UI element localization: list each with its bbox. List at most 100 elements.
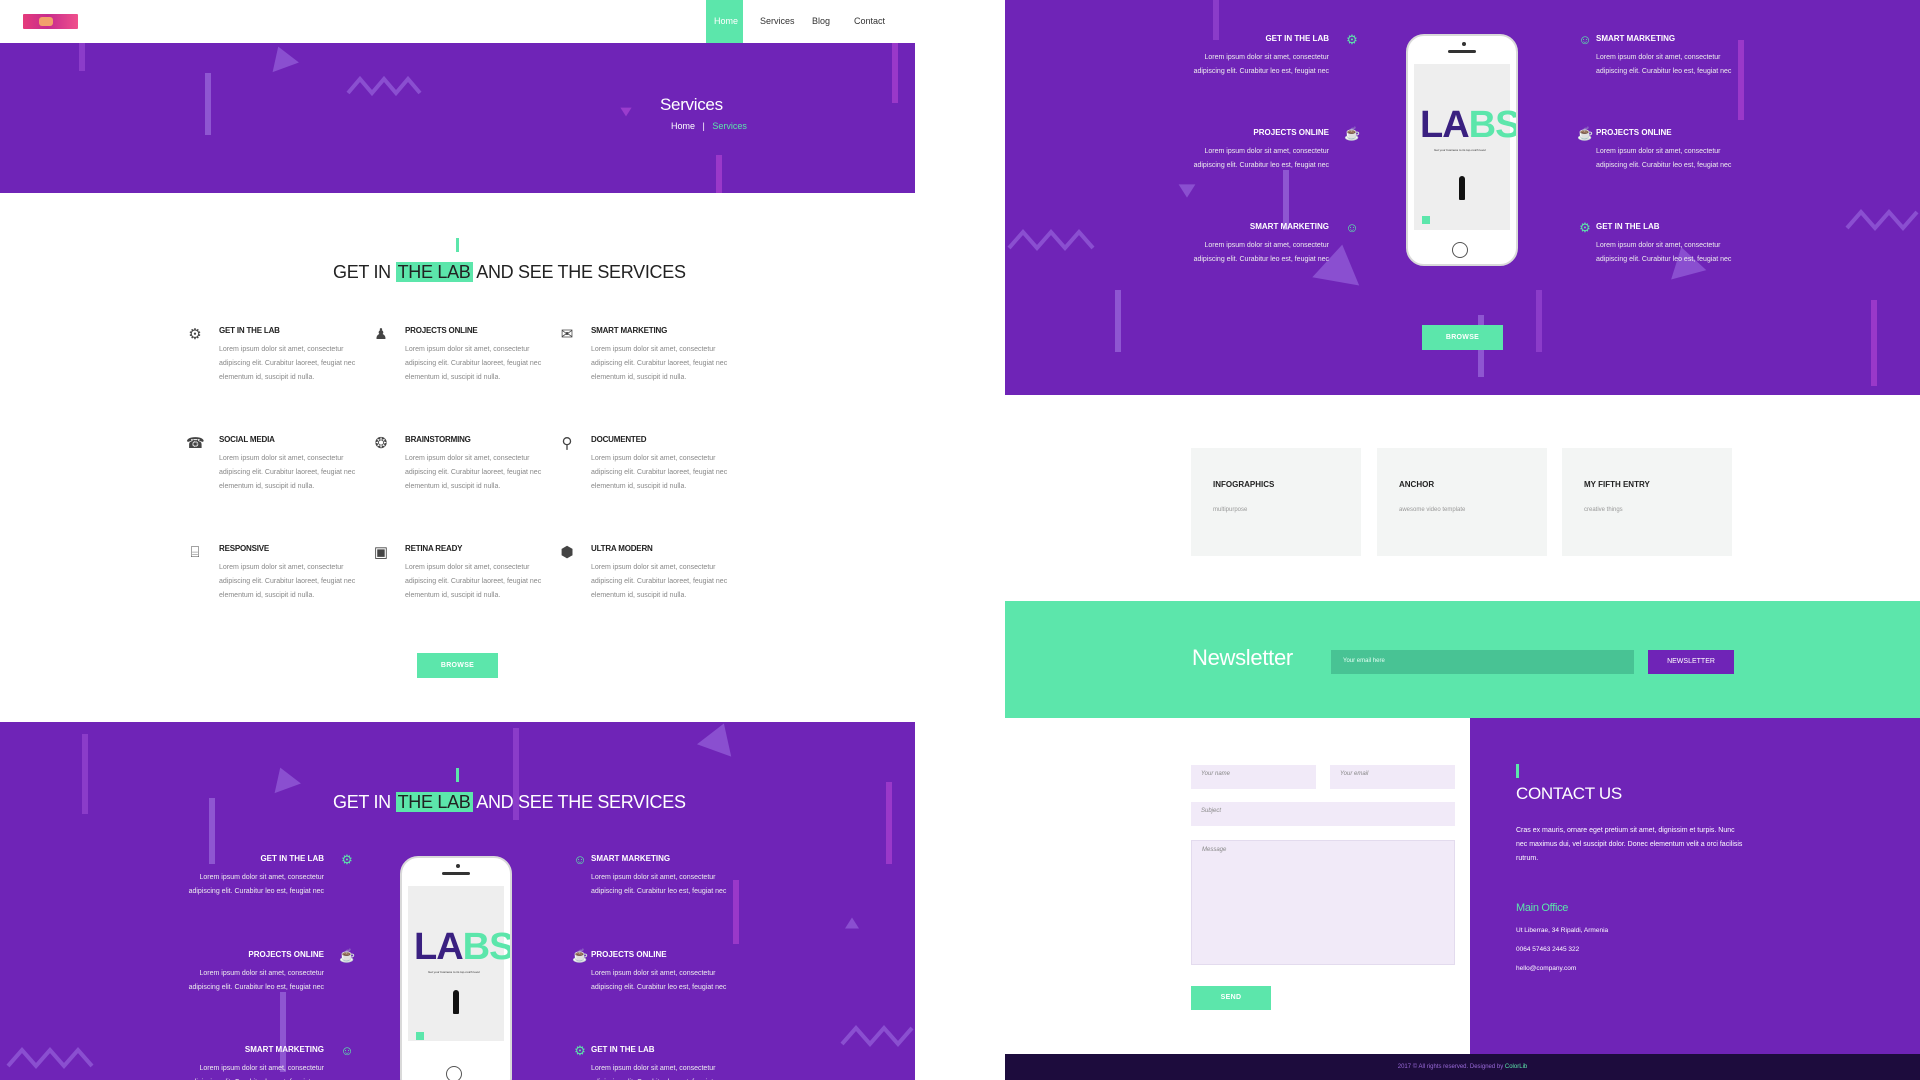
feature-text: Lorem ipsum dolor sit amet, consectetur … (188, 970, 324, 991)
labs-tagline: Get your business to its top-notch level (1434, 148, 1486, 152)
feature-title: SMART MARKETING (591, 854, 671, 863)
page-right: LABS Get your business to its top-notch … (1005, 0, 1920, 1080)
feature-item: GET IN THE LAB Lorem ipsum dolor sit amet… (1189, 34, 1329, 79)
service-item: ✉ SMART MARKETING Lorem ipsum dolor sit am… (561, 326, 741, 385)
portfolio-card[interactable]: ANCHOR awesome video template (1377, 448, 1547, 556)
browse-button[interactable]: BROWSE (1422, 325, 1503, 350)
message-field[interactable]: Message (1191, 840, 1455, 965)
robot-icon: ⚙ (1579, 220, 1591, 235)
nav-services[interactable]: Services (752, 0, 798, 43)
chef-icon: ♟ (374, 326, 388, 343)
send-button[interactable]: SEND (1191, 986, 1271, 1010)
newsletter-email-input[interactable]: Your email here (1331, 650, 1634, 674)
service-title: RETINA READY (405, 544, 463, 553)
service-item: ⬢ ULTRA MODERN Lorem ipsum dolor sit amet,… (560, 544, 741, 603)
browse-button[interactable]: BROWSE (417, 653, 498, 678)
card-title: MY FIFTH ENTRY (1584, 480, 1650, 489)
deco-bar (1738, 40, 1744, 120)
deco-zigzag (1007, 228, 1095, 252)
feature-title: GET IN THE LAB (260, 854, 324, 863)
feature-item: SMART MARKETING Lorem ipsum dolor sit ame… (184, 1045, 324, 1080)
deco-bar (733, 880, 739, 944)
office-phone[interactable]: 0064 57463 2445 322 (1516, 946, 1579, 953)
card-subtitle: multipurpose (1213, 507, 1248, 513)
hero-banner: Services Home | Services (0, 43, 915, 193)
feature-title: GET IN THE LAB (591, 1045, 655, 1054)
nav-home[interactable]: Home (706, 0, 743, 43)
brain-icon: ❂ (374, 435, 388, 452)
footer-brand-link[interactable]: ColorLib (1505, 1064, 1527, 1070)
feature-title: PROJECTS ONLINE (591, 950, 667, 959)
feature-item: GET IN THE LAB Lorem ipsum dolor sit amet… (591, 1045, 731, 1080)
office-address: Ut Liberrae, 34 Ripaldi, Armenia (1516, 927, 1609, 934)
labs-logo-b: BS (462, 926, 512, 968)
deco-triangle (267, 762, 301, 794)
service-item: ☎ SOCIAL MEDIA Lorem ipsum dolor sit amet,… (186, 435, 369, 494)
service-title: BRAINSTORMING (405, 435, 471, 444)
nav-contact[interactable]: Contact (846, 0, 892, 43)
name-field[interactable]: Your name (1191, 765, 1316, 789)
features-section-full: LABS Get your business to its top-notch … (1005, 0, 1920, 395)
feature-title: PROJECTS ONLINE (248, 950, 324, 959)
phone-speaker (442, 872, 470, 875)
title-pre: GET IN (333, 792, 391, 812)
service-title: SMART MARKETING (591, 326, 668, 335)
phone-icon: ☎ (186, 435, 205, 452)
devices-icon: ⌸ (190, 544, 200, 561)
deco-triangle (620, 107, 632, 117)
portfolio-card[interactable]: MY FIFTH ENTRY creative things (1562, 448, 1732, 556)
cube-icon: ⬢ (560, 544, 574, 561)
service-text: Lorem ipsum dolor sit amet, consectetur … (219, 455, 356, 490)
feature-text: Lorem ipsum dolor sit amet, consectetur … (1193, 148, 1329, 169)
labs-tagline: Get your business to its top-notch level (428, 970, 480, 974)
walking-man (453, 990, 459, 1014)
feature-title: PROJECTS ONLINE (1596, 128, 1672, 137)
nav-blog[interactable]: Blog (804, 0, 838, 43)
service-title: PROJECTS ONLINE (405, 326, 478, 335)
office-email[interactable]: hello@company.com (1516, 965, 1576, 972)
deco-zigzag (346, 75, 422, 97)
section-title: GET IN THE LAB AND SEE THE SERVICES (333, 262, 686, 283)
feature-item: GET IN THE LAB Lorem ipsum dolor sit amet… (1596, 222, 1736, 267)
section-marker (456, 238, 459, 252)
features-section: GET IN THE LAB AND SEE THE SERVICES LABS… (0, 722, 915, 1080)
phone-camera (1462, 42, 1466, 46)
portfolio-card[interactable]: INFOGRAPHICS multipurpose (1191, 448, 1361, 556)
service-title: ULTRA MODERN (591, 544, 653, 553)
robot-icon: ⚙ (1346, 32, 1358, 47)
newsletter-section: Newsletter Your email here NEWSLETTER (1005, 601, 1920, 718)
feature-text: Lorem ipsum dolor sit amet, consectetur … (1193, 54, 1329, 75)
deco-zigzag (6, 1046, 94, 1070)
feature-title: GET IN THE LAB (1596, 222, 1660, 231)
deco-bar (886, 782, 892, 864)
slider-dot[interactable] (416, 1032, 424, 1040)
title-pre: GET IN (333, 262, 391, 282)
subject-field[interactable]: Subject (1191, 802, 1455, 826)
service-text: Lorem ipsum dolor sit amet, consectetur … (405, 564, 542, 599)
email-field[interactable]: Your email (1330, 765, 1455, 789)
navbar: Home Services Blog Contact (0, 0, 915, 43)
title-highlight: THE LAB (395, 792, 473, 812)
feature-text: Lorem ipsum dolor sit amet, consectetur … (1596, 54, 1732, 75)
megaphone-icon: ✉ (560, 326, 574, 343)
deco-zigzag (1845, 208, 1919, 232)
service-title: GET IN THE LAB (219, 326, 280, 335)
deco-bar (1115, 290, 1121, 352)
breadcrumb-separator: | (702, 121, 705, 131)
slider-dot[interactable] (1422, 216, 1430, 224)
labs-logo-a: LA (1420, 104, 1470, 146)
site-logo[interactable] (23, 14, 78, 29)
section-title: GET IN THE LAB AND SEE THE SERVICES (333, 792, 686, 813)
section-marker (1516, 764, 1519, 778)
newsletter-button[interactable]: NEWSLETTER (1648, 650, 1734, 674)
cup-icon: ☕ (1344, 126, 1361, 141)
service-item: ⌸ RESPONSIVE Lorem ipsum dolor sit amet, c… (190, 544, 369, 603)
breadcrumb-home[interactable]: Home (671, 121, 695, 131)
deco-bar (1871, 300, 1877, 386)
feature-item: GET IN THE LAB Lorem ipsum dolor sit amet… (184, 854, 324, 899)
magnifier-icon: ⚲ (561, 435, 573, 452)
service-title: DOCUMENTED (591, 435, 647, 444)
service-title: SOCIAL MEDIA (219, 435, 275, 444)
feature-text: Lorem ipsum dolor sit amet, consectetur … (591, 874, 727, 895)
robot-icon: ⚙ (574, 1043, 586, 1058)
